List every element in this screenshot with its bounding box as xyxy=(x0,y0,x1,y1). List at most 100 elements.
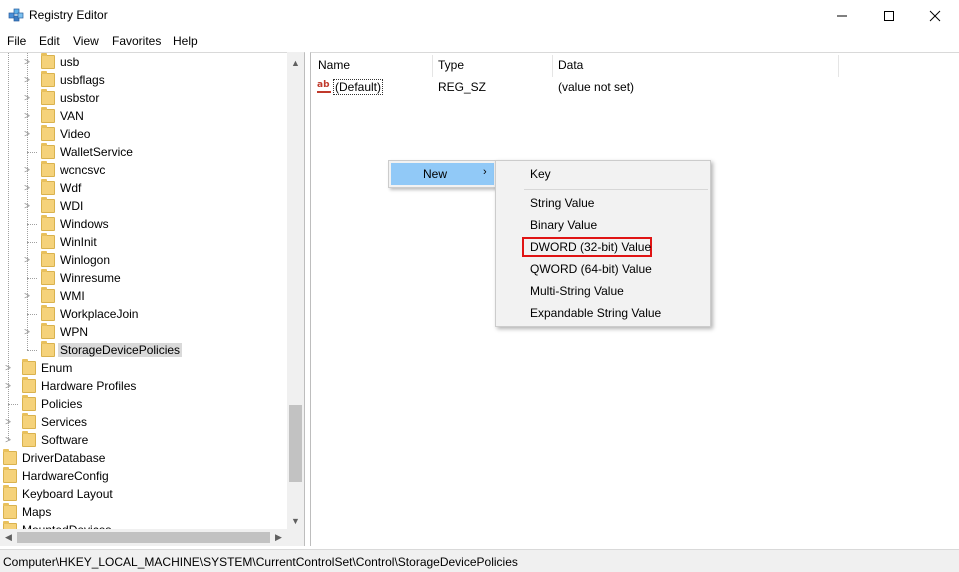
menu-favorites[interactable]: Favorites xyxy=(112,34,161,48)
tree-item-label[interactable]: Winlogon xyxy=(58,253,112,267)
tree-item[interactable]: > WPN xyxy=(0,323,287,341)
tree-item-label[interactable]: HardwareConfig xyxy=(20,469,111,483)
chevron-right-icon[interactable]: > xyxy=(3,413,13,431)
menu-item-expandable-string-value[interactable]: Expandable String Value xyxy=(530,306,661,320)
tree-item-label[interactable]: DriverDatabase xyxy=(20,451,107,465)
chevron-right-icon[interactable]: > xyxy=(22,251,32,269)
chevron-right-icon[interactable]: > xyxy=(22,89,32,107)
menu-item-qword-value[interactable]: QWORD (64-bit) Value xyxy=(530,262,652,276)
chevron-right-icon[interactable]: > xyxy=(22,125,32,143)
tree-item-label[interactable]: WMI xyxy=(58,289,87,303)
menu-item-multi-string-value[interactable]: Multi-String Value xyxy=(530,284,624,298)
tree-item[interactable]: Policies xyxy=(0,395,287,413)
tree-item[interactable]: > Wdf xyxy=(0,179,287,197)
chevron-right-icon[interactable]: > xyxy=(3,377,13,395)
menu-item-key[interactable]: Key xyxy=(530,167,551,181)
scroll-up-icon[interactable]: ▲ xyxy=(287,54,304,71)
chevron-right-icon[interactable]: > xyxy=(22,161,32,179)
tree-item-label[interactable]: Windows xyxy=(58,217,111,231)
menu-edit[interactable]: Edit xyxy=(39,34,60,48)
tree-item[interactable]: > usbflags xyxy=(0,71,287,89)
tree-item[interactable]: > Hardware Profiles xyxy=(0,377,287,395)
chevron-right-icon[interactable]: > xyxy=(3,431,13,449)
tree-item-label[interactable]: WorkplaceJoin xyxy=(58,307,140,321)
tree-item-label[interactable]: Hardware Profiles xyxy=(39,379,138,393)
tree-item[interactable]: > Services xyxy=(0,413,287,431)
chevron-right-icon[interactable]: > xyxy=(22,53,32,71)
menu-item-string-value[interactable]: String Value xyxy=(530,196,594,210)
tree-item[interactable]: > WDI xyxy=(0,197,287,215)
tree-item-label[interactable]: Keyboard Layout xyxy=(20,487,115,501)
menu-file[interactable]: File xyxy=(7,34,26,48)
chevron-right-icon[interactable]: > xyxy=(22,107,32,125)
tree-item-label[interactable]: WinInit xyxy=(58,235,99,249)
scroll-right-icon[interactable]: ▶ xyxy=(270,529,287,546)
scroll-down-icon[interactable]: ▼ xyxy=(287,512,304,529)
tree-item[interactable]: Winresume xyxy=(0,269,287,287)
scroll-left-icon[interactable]: ◀ xyxy=(0,529,17,546)
tree-item-label[interactable]: Video xyxy=(58,127,92,141)
value-name[interactable]: (Default) xyxy=(333,79,384,95)
chevron-right-icon[interactable]: > xyxy=(22,323,32,341)
column-divider[interactable] xyxy=(552,55,553,77)
chevron-right-icon[interactable]: > xyxy=(22,179,32,197)
tree-item-label[interactable]: Maps xyxy=(20,505,53,519)
tree-item[interactable]: > VAN xyxy=(0,107,287,125)
horizontal-scroll-thumb[interactable] xyxy=(17,532,270,543)
tree-item-label[interactable]: usbstor xyxy=(58,91,101,105)
tree-item[interactable]: > WMI xyxy=(0,287,287,305)
maximize-button[interactable] xyxy=(866,0,912,31)
vertical-scroll-thumb[interactable] xyxy=(289,405,302,482)
tree-horizontal-scrollbar[interactable]: ◀ ▶ xyxy=(0,529,287,546)
tree-item[interactable]: Keyboard Layout xyxy=(0,485,287,503)
tree-item-label[interactable]: WDI xyxy=(58,199,85,213)
tree-item-label[interactable]: VAN xyxy=(58,109,86,123)
tree-item-label[interactable]: WalletService xyxy=(58,145,135,159)
tree-vertical-scrollbar[interactable]: ▲ ▼ xyxy=(287,52,304,529)
tree-item[interactable]: > usbstor xyxy=(0,89,287,107)
context-menu-new[interactable]: New › xyxy=(391,163,494,185)
menu-view[interactable]: View xyxy=(73,34,99,48)
tree-item-label[interactable]: StorageDevicePolicies xyxy=(58,343,183,357)
tree-item[interactable]: Windows xyxy=(0,215,287,233)
menu-item-dword-value[interactable]: DWORD (32-bit) Value xyxy=(530,240,651,254)
tree-item[interactable]: WalletService xyxy=(0,143,287,161)
tree-item[interactable]: > Video xyxy=(0,125,287,143)
tree-item[interactable]: WinInit xyxy=(0,233,287,251)
column-header-type[interactable]: Type xyxy=(438,58,464,72)
tree-item-label[interactable]: Enum xyxy=(39,361,74,375)
tree-item-label[interactable]: usbflags xyxy=(58,73,107,87)
registry-tree[interactable]: > usb > usbflags > usbstor > VAN > Video WalletSer… xyxy=(0,52,305,546)
tree-item-label[interactable]: Wdf xyxy=(58,181,83,195)
chevron-right-icon[interactable]: > xyxy=(22,197,32,215)
tree-item[interactable]: HardwareConfig xyxy=(0,467,287,485)
column-header-name[interactable]: Name xyxy=(318,58,350,72)
minimize-button[interactable] xyxy=(819,0,865,31)
tree-item-label[interactable]: usb xyxy=(58,55,81,69)
column-divider[interactable] xyxy=(838,55,839,77)
tree-item[interactable]: > usb xyxy=(0,53,287,71)
tree-item[interactable]: Maps xyxy=(0,503,287,521)
tree-item[interactable]: > Winlogon xyxy=(0,251,287,269)
tree-item[interactable]: WorkplaceJoin xyxy=(0,305,287,323)
column-divider[interactable] xyxy=(432,55,433,77)
chevron-right-icon[interactable]: > xyxy=(3,359,13,377)
tree-item[interactable]: > wcncsvc xyxy=(0,161,287,179)
tree-item-label[interactable]: wcncsvc xyxy=(58,163,107,177)
close-button[interactable] xyxy=(912,0,958,31)
tree-item-label[interactable]: Winresume xyxy=(58,271,123,285)
menu-help[interactable]: Help xyxy=(173,34,198,48)
tree-connector xyxy=(27,152,37,153)
tree-item-label[interactable]: Software xyxy=(39,433,90,447)
tree-item[interactable]: > Enum xyxy=(0,359,287,377)
tree-item[interactable]: > Software xyxy=(0,431,287,449)
tree-item[interactable]: StorageDevicePolicies xyxy=(0,341,287,359)
menu-item-binary-value[interactable]: Binary Value xyxy=(530,218,597,232)
tree-item[interactable]: DriverDatabase xyxy=(0,449,287,467)
tree-item-label[interactable]: Policies xyxy=(39,397,84,411)
tree-item-label[interactable]: WPN xyxy=(58,325,90,339)
tree-item-label[interactable]: Services xyxy=(39,415,89,429)
chevron-right-icon[interactable]: > xyxy=(22,71,32,89)
chevron-right-icon[interactable]: > xyxy=(22,287,32,305)
column-header-data[interactable]: Data xyxy=(558,58,583,72)
